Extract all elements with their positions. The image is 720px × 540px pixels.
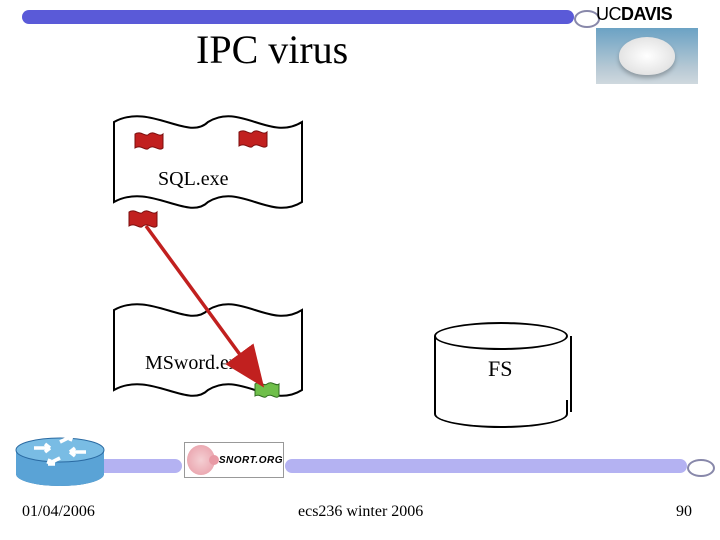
virus-flag-icon	[128, 208, 158, 230]
egghead-photo	[596, 28, 698, 84]
fs-label: FS	[488, 356, 512, 382]
router-icon	[12, 430, 108, 488]
process-sql-label: SQL.exe	[158, 168, 229, 191]
footer-date: 01/04/2006	[22, 503, 95, 521]
process-msword-label: MSword.exe	[145, 352, 248, 375]
footer-course: ecs236 winter 2006	[298, 503, 423, 521]
bottom-divider	[285, 459, 687, 473]
logo-uc: UC	[596, 4, 621, 24]
snort-text: SNORT.ORG	[219, 455, 283, 466]
top-divider	[22, 10, 574, 24]
slide-title: IPC virus	[196, 26, 348, 73]
page-number: 90	[676, 503, 692, 521]
target-flag-icon	[254, 380, 280, 400]
logo-davis: DAVIS	[621, 4, 672, 24]
scroll-shape	[110, 98, 306, 226]
process-sql	[110, 98, 306, 226]
virus-flag-icon	[238, 128, 268, 150]
snort-logo: SNORT.ORG	[184, 442, 284, 478]
snort-pig-icon	[187, 445, 215, 475]
bottom-divider-cap	[687, 459, 715, 477]
ucdavis-logo: UCDAVIS	[596, 4, 698, 25]
virus-flag-icon	[134, 130, 164, 152]
